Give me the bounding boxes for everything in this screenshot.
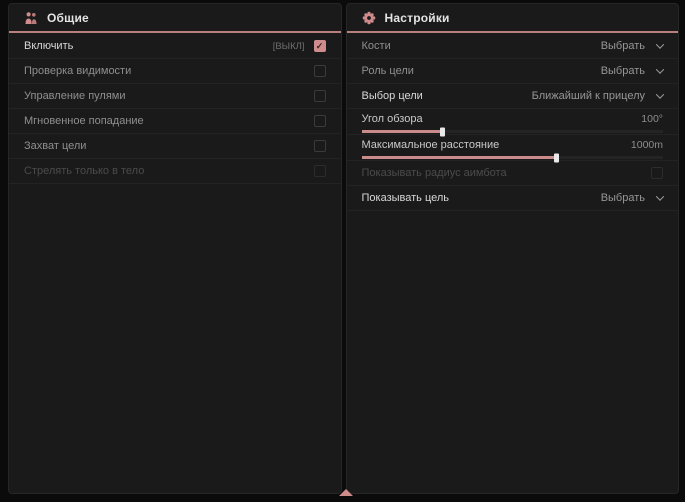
row-bones-label: Кости: [362, 40, 391, 52]
row-fov-label: Угол обзора: [362, 113, 423, 125]
row-bullet-control: Управление пулями: [9, 84, 341, 109]
target-select-dropdown-value: Ближайший к прицелу: [532, 90, 645, 102]
target-lock-checkbox[interactable]: [314, 140, 326, 152]
show-target-dropdown-value: Выбрать: [601, 192, 645, 204]
show-radius-checkbox[interactable]: [651, 167, 663, 179]
chevron-down-icon: [656, 192, 664, 200]
enable-checkbox[interactable]: ✓: [314, 40, 326, 52]
instant-hit-checkbox[interactable]: [314, 115, 326, 127]
panel-general-header: Общие: [9, 4, 341, 31]
fov-slider-fill: [362, 130, 443, 133]
row-target-lock: Захват цели: [9, 134, 341, 159]
max-distance-slider[interactable]: [362, 156, 664, 159]
chevron-down-icon: [656, 40, 664, 48]
row-visibility-check: Проверка видимости: [9, 59, 341, 84]
row-show-radius-label: Показывать радиус аимбота: [362, 167, 507, 179]
row-show-radius: Показывать радиус аимбота: [347, 161, 679, 186]
panel-settings-header: Настройки: [347, 4, 679, 31]
bullet-control-checkbox[interactable]: [314, 90, 326, 102]
panel-settings-title: Настройки: [385, 11, 450, 25]
show-target-dropdown[interactable]: Выбрать: [601, 192, 663, 204]
row-instant-hit-label: Мгновенное попадание: [24, 115, 144, 127]
bones-dropdown[interactable]: Выбрать: [601, 40, 663, 52]
row-show-target-label: Показывать цель: [362, 192, 450, 204]
fov-slider[interactable]: [362, 130, 664, 133]
row-body-only: Стрелять только в тело: [9, 159, 341, 184]
row-bones: Кости Выбрать: [347, 34, 679, 59]
row-target-select-label: Выбор цели: [362, 90, 423, 102]
panel-settings: Настройки Кости Выбрать Роль цели Выбрат…: [346, 3, 680, 494]
panel-general-title: Общие: [47, 11, 89, 25]
row-show-target: Показывать цель Выбрать: [347, 186, 679, 211]
row-instant-hit: Мгновенное попадание: [9, 109, 341, 134]
scroll-up-arrow-icon[interactable]: [339, 489, 353, 496]
row-enable: Включить [ВЫКЛ] ✓: [9, 34, 341, 59]
target-role-dropdown[interactable]: Выбрать: [601, 65, 663, 77]
gear-icon: [362, 11, 376, 25]
bones-dropdown-value: Выбрать: [601, 40, 645, 52]
chevron-down-icon: [656, 65, 664, 73]
row-max-distance: Максимальное расстояние 1000m: [347, 135, 679, 161]
target-role-dropdown-value: Выбрать: [601, 65, 645, 77]
row-enable-label: Включить: [24, 40, 73, 52]
row-fov: Угол обзора 100°: [347, 109, 679, 135]
row-target-select: Выбор цели Ближайший к прицелу: [347, 84, 679, 109]
row-bullet-control-label: Управление пулями: [24, 90, 126, 102]
max-distance-slider-fill: [362, 156, 558, 159]
users-icon: [24, 11, 38, 25]
visibility-check-checkbox[interactable]: [314, 65, 326, 77]
max-distance-slider-thumb[interactable]: [554, 153, 559, 162]
panel-general: Общие Включить [ВЫКЛ] ✓ Проверка видимос…: [8, 3, 342, 494]
row-target-lock-label: Захват цели: [24, 140, 86, 152]
row-visibility-check-label: Проверка видимости: [24, 65, 131, 77]
hotkey-badge: [ВЫКЛ]: [273, 41, 305, 52]
row-max-distance-label: Максимальное расстояние: [362, 139, 500, 151]
row-target-role-label: Роль цели: [362, 65, 414, 77]
row-body-only-label: Стрелять только в тело: [24, 165, 144, 177]
fov-value: 100°: [641, 113, 663, 125]
chevron-down-icon: [656, 90, 664, 98]
row-target-role: Роль цели Выбрать: [347, 59, 679, 84]
target-select-dropdown[interactable]: Ближайший к прицелу: [532, 90, 663, 102]
settings-columns: Общие Включить [ВЫКЛ] ✓ Проверка видимос…: [0, 0, 685, 494]
body-only-checkbox[interactable]: [314, 165, 326, 177]
fov-slider-thumb[interactable]: [440, 127, 445, 136]
max-distance-value: 1000m: [631, 139, 663, 151]
